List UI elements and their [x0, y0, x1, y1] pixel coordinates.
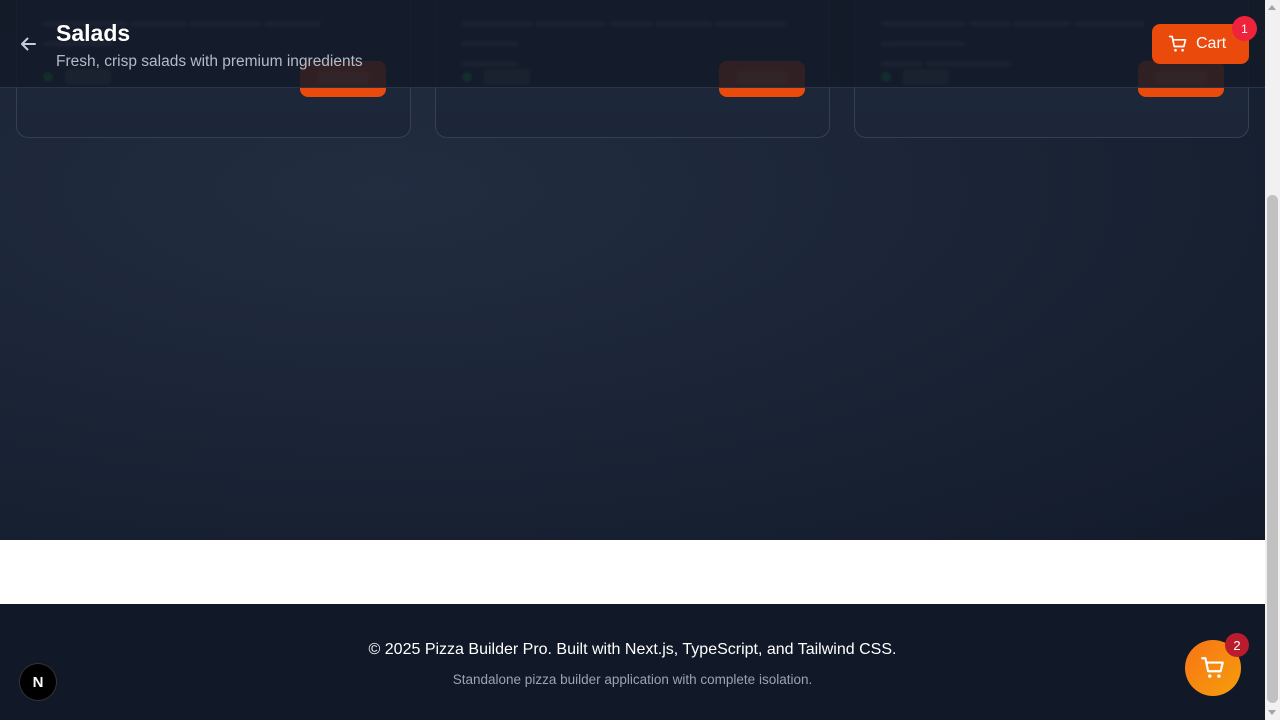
- cart-icon: [1201, 657, 1224, 678]
- content-spacer: [0, 540, 1265, 604]
- footer-copyright: © 2025 Pizza Builder Pro. Built with Nex…: [368, 641, 897, 658]
- scrollbar-thumb[interactable]: [1267, 195, 1278, 703]
- cart-count-badge: 1: [1232, 16, 1257, 41]
- page-subtitle: Fresh, crisp salads with premium ingredi…: [56, 53, 363, 70]
- scroll-up-arrow-icon[interactable]: [1268, 5, 1276, 10]
- footer-tagline: Standalone pizza builder application wit…: [452, 672, 813, 687]
- scroll-down-arrow-icon[interactable]: [1268, 710, 1276, 715]
- vertical-scrollbar[interactable]: [1265, 0, 1280, 720]
- back-button[interactable]: [14, 30, 42, 58]
- nextjs-dev-indicator[interactable]: N: [20, 664, 56, 700]
- cart-button-label: Cart: [1196, 35, 1227, 52]
- page-header: Salads Fresh, crisp salads with premium …: [0, 0, 1265, 88]
- site-footer: © 2025 Pizza Builder Pro. Built with Nex…: [0, 604, 1265, 720]
- cart-icon: [1168, 35, 1187, 52]
- arrow-left-icon: [21, 37, 36, 51]
- floating-cart-count-badge: 2: [1225, 633, 1249, 657]
- page-title: Salads: [56, 20, 131, 46]
